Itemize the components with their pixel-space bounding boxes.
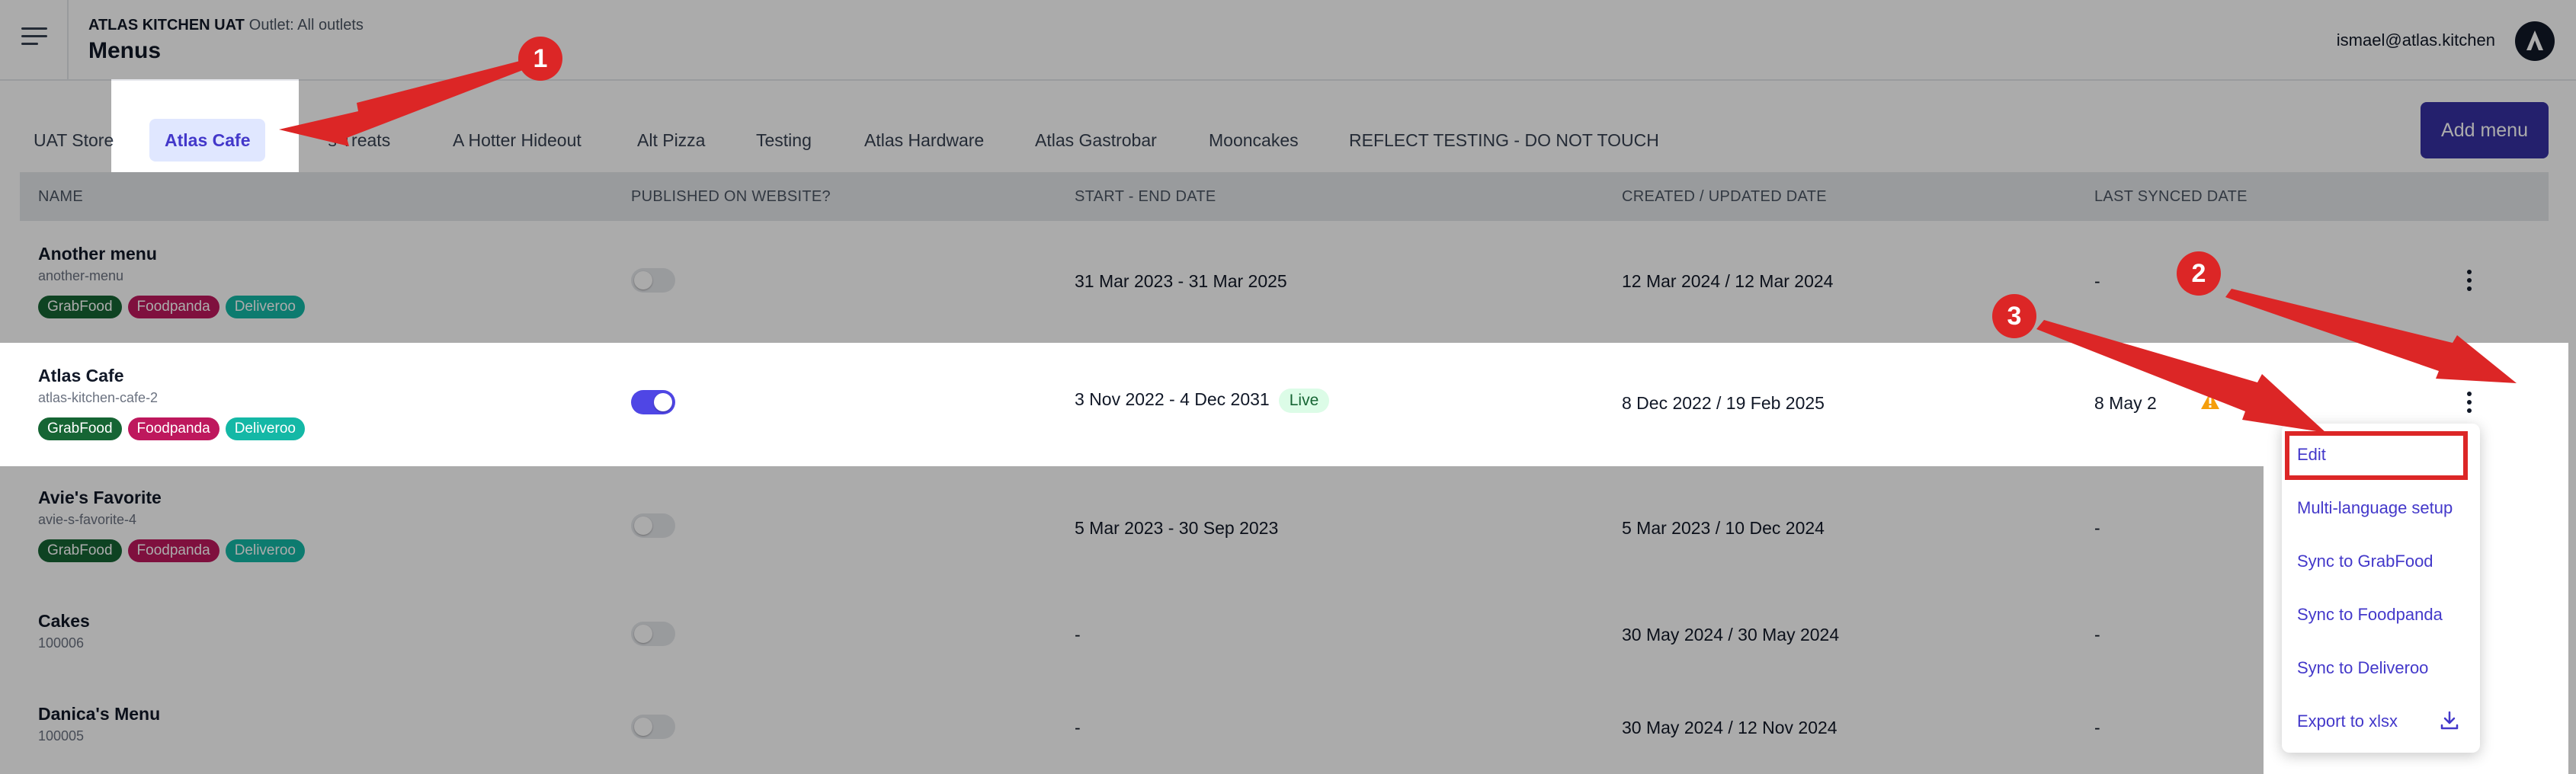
multi-language-setup-item[interactable]: Multi-language setup [2297,498,2453,518]
export-xlsx-item[interactable]: Export to xlsx [2297,712,2398,731]
annotation-badge-2: 2 [2177,251,2221,296]
date-range: 3 Nov 2022 - 4 Dec 2031 [1075,389,1270,409]
created-updated-date: 8 Dec 2022 / 19 Feb 2025 [1622,393,1825,413]
row-actions-dropdown: Edit Multi-language setup Sync to GrabFo… [2282,424,2480,753]
overlay [299,79,2576,172]
start-end-date: 3 Nov 2022 - 4 Dec 2031 Live [1075,389,1330,413]
annotation-badge-1: 1 [518,37,562,81]
more-actions-icon[interactable] [2465,392,2474,416]
menu-name[interactable]: Atlas Cafe [38,366,123,386]
warning-icon[interactable] [2200,390,2221,411]
table-row[interactable]: Atlas Cafe atlas-kitchen-cafe-2 GrabFood… [20,343,2549,468]
overlay [0,466,2264,774]
tag-foodpanda: Foodpanda [127,417,219,440]
sync-grabfood-item[interactable]: Sync to GrabFood [2297,552,2433,571]
edit-menu-item[interactable]: Edit [2297,445,2326,465]
download-icon[interactable] [2439,710,2460,731]
overlay [299,172,2576,343]
tag-deliveroo: Deliveroo [225,417,305,440]
last-synced-date: 8 May 2 [2094,393,2157,413]
menu-slug: atlas-kitchen-cafe-2 [38,390,159,405]
published-toggle[interactable] [631,390,675,414]
tag-grabfood: GrabFood [38,417,122,440]
live-badge: Live [1278,389,1330,413]
overlay [0,172,299,343]
tab-atlas-cafe[interactable]: Atlas Cafe [149,119,266,162]
overlay [0,0,2576,79]
annotation-badge-3: 3 [1992,294,2036,338]
overlay [0,79,111,172]
sync-foodpanda-item[interactable]: Sync to Foodpanda [2297,605,2443,625]
overlay [2568,343,2576,774]
sync-deliveroo-item[interactable]: Sync to Deliveroo [2297,658,2428,678]
channel-tags: GrabFood Foodpanda Deliveroo [38,417,305,440]
